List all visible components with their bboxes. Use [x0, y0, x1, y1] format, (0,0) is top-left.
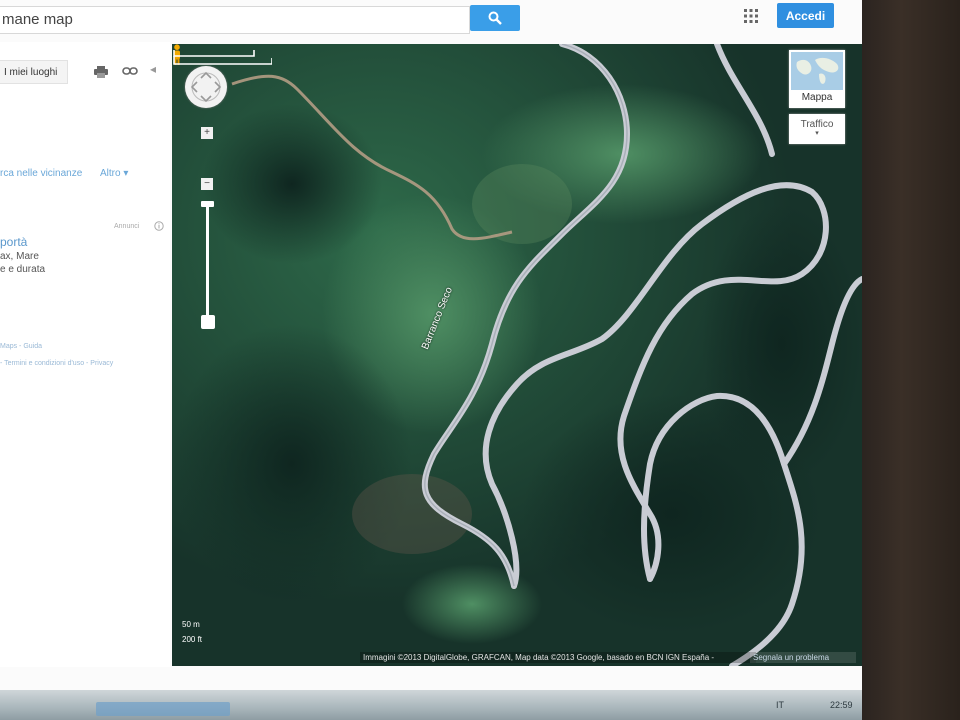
pan-control[interactable]: [185, 66, 227, 108]
zoom-in-button[interactable]: +: [201, 127, 213, 139]
more-link[interactable]: Altro ▾: [100, 168, 128, 179]
traffic-layer-button[interactable]: Traffico ▾: [789, 114, 845, 144]
browser-screen: mane map Accedi I miei luoghi ◂ rca nell…: [0, 0, 862, 690]
scale-metric-label: 50 m: [182, 620, 200, 629]
taskbar-window-button[interactable]: [96, 702, 230, 716]
footer-links-2[interactable]: - Termini e condizioni d'uso - Privacy: [0, 360, 113, 367]
map-type-label: Mappa: [801, 92, 833, 103]
zoom-slider-handle[interactable]: [201, 315, 215, 329]
monitor-bezel-right: [862, 0, 960, 720]
map-type-button[interactable]: Mappa: [789, 50, 845, 108]
map-attribution: Immagini ©2013 DigitalGlobe, GRAFCAN, Ma…: [360, 652, 756, 663]
zoom-slider-cap: [201, 201, 214, 207]
chevron-down-icon: ▾: [815, 130, 819, 137]
pan-arrows-icon: [190, 71, 222, 103]
nearby-search-link[interactable]: rca nelle vicinanze: [0, 168, 82, 179]
zoom-slider-track[interactable]: [206, 204, 209, 322]
chevron-down-icon: ▾: [123, 168, 129, 179]
print-icon[interactable]: [94, 66, 108, 78]
world-map-thumbnail-icon: [791, 52, 843, 90]
my-places-button[interactable]: I miei luoghi: [0, 60, 68, 84]
scale-bar: [173, 50, 272, 65]
link-icon[interactable]: [122, 66, 138, 76]
ad-line-1: ax, Mare: [0, 251, 39, 262]
satellite-map[interactable]: Barranco Seco + − Mappa Traffico ▾ 50 m …: [172, 44, 862, 666]
system-clock[interactable]: 22:59: [830, 700, 853, 710]
zoom-out-button[interactable]: −: [201, 178, 213, 190]
collapse-arrow-icon[interactable]: ◂: [150, 62, 156, 76]
search-icon: [488, 11, 502, 25]
signin-button[interactable]: Accedi: [777, 3, 834, 28]
traffic-label: Traffico: [800, 119, 834, 130]
scale-imperial-label: 200 ft: [182, 635, 203, 644]
search-button[interactable]: [470, 5, 520, 31]
ads-label: Annunci: [114, 223, 140, 230]
ad-title-link[interactable]: portà: [0, 235, 27, 249]
language-indicator[interactable]: IT: [776, 700, 784, 710]
apps-grid-icon[interactable]: [743, 8, 759, 24]
info-icon[interactable]: [154, 221, 164, 231]
left-panel: I miei luoghi ◂ rca nelle vicinanze Altr…: [0, 42, 170, 667]
satellite-imagery: [172, 44, 862, 666]
footer-links-1[interactable]: Maps - Guida: [0, 343, 42, 350]
search-input[interactable]: mane map: [0, 6, 470, 34]
report-problem-link[interactable]: Segnala un problema: [750, 652, 856, 663]
more-link-label: Altro: [100, 168, 121, 179]
ad-line-2: e e durata: [0, 264, 46, 275]
taskbar: IT 22:59: [0, 690, 862, 720]
